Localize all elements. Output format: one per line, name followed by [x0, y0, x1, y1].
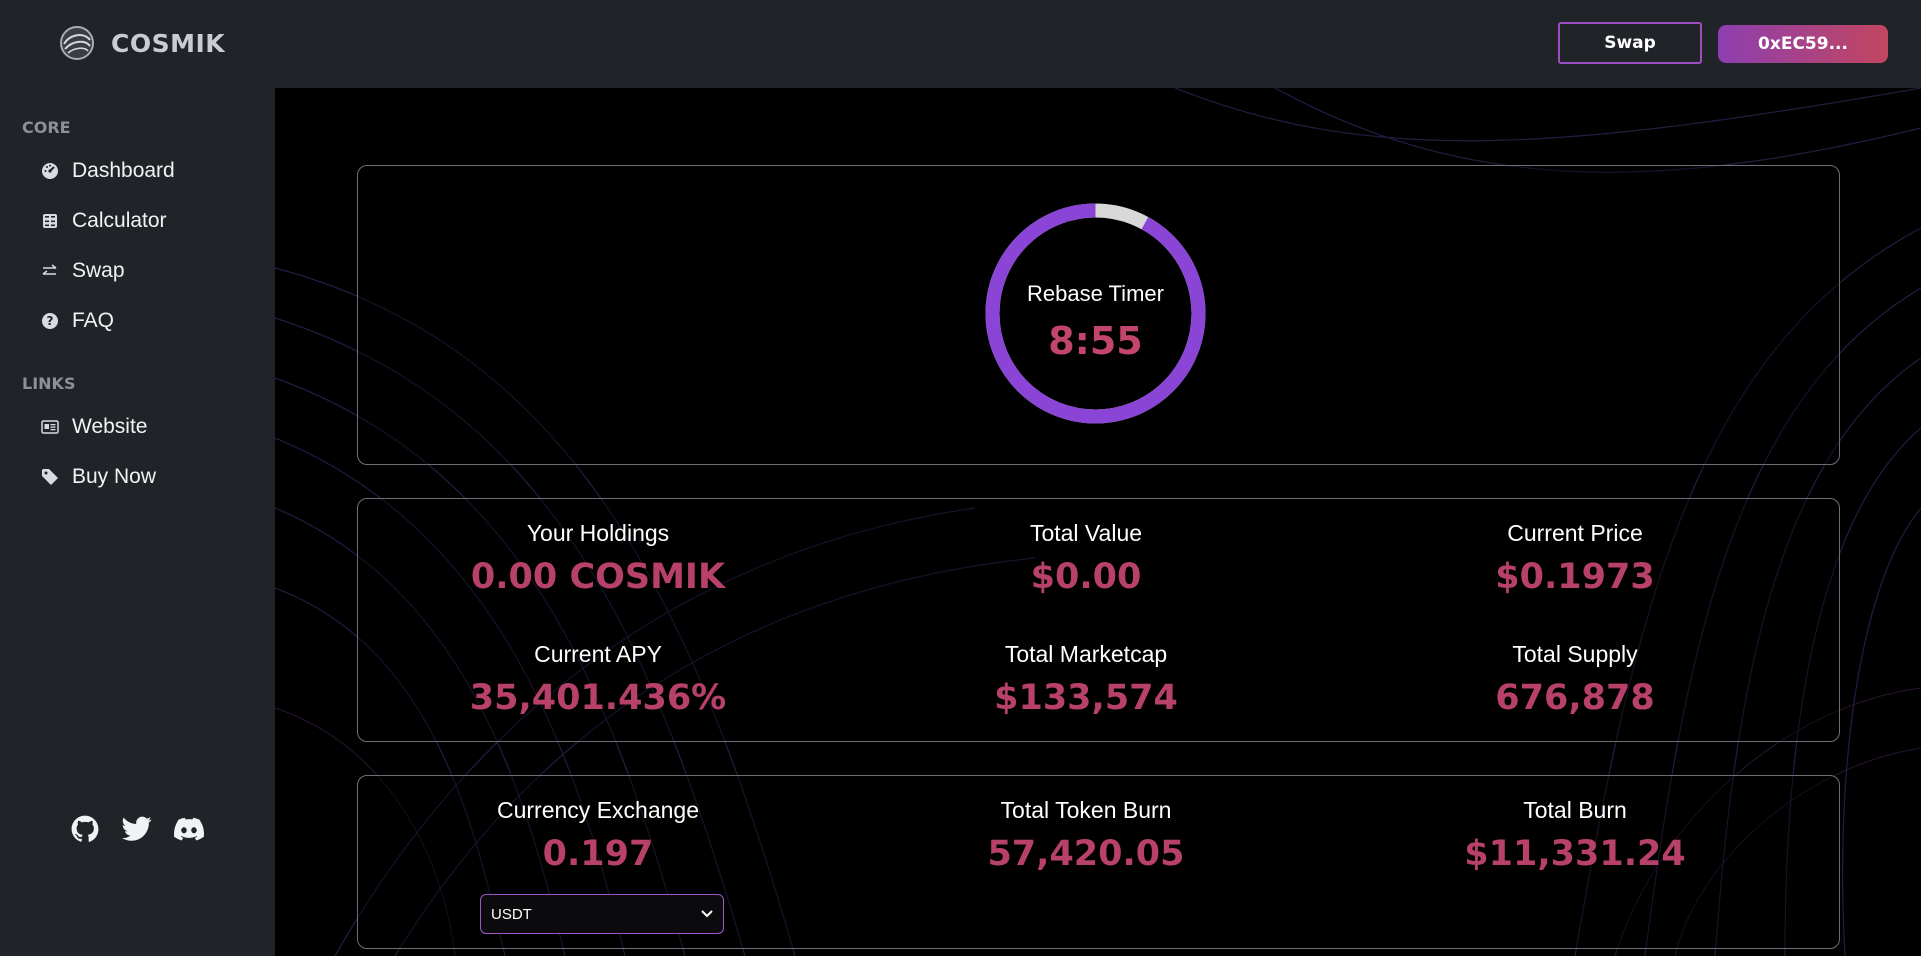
wallet-address-button[interactable]: 0xEC59...	[1718, 25, 1888, 63]
brand[interactable]: COSMIK	[58, 24, 225, 62]
stat-value: 57,420.05	[987, 834, 1185, 874]
sidebar-item-dashboard[interactable]: Dashboard	[40, 156, 175, 186]
stat-label: Current APY	[534, 641, 662, 667]
stat-label: Currency Exchange	[497, 797, 699, 823]
sidebar-item-faq[interactable]: ? FAQ	[40, 306, 114, 336]
rebase-timer-card: Rebase Timer 8:55	[357, 165, 1840, 465]
discord-icon[interactable]	[174, 814, 204, 844]
svg-text:?: ?	[47, 314, 54, 328]
sidebar-item-label: Buy Now	[72, 465, 157, 488]
sidebar: CORE Dashboard Calculator Swap ? FAQ LIN…	[0, 88, 275, 956]
chevron-down-icon	[701, 910, 713, 918]
stat-your-holdings: Your Holdings 0.00 COSMIK	[398, 517, 798, 599]
sidebar-item-website[interactable]: Website	[40, 412, 147, 442]
rebase-timer: Rebase Timer 8:55	[983, 201, 1208, 426]
tag-icon	[40, 467, 60, 487]
main-content: Rebase Timer 8:55 Your Holdings 0.00 COS…	[275, 88, 1921, 956]
twitter-icon[interactable]	[122, 814, 152, 844]
stat-currency-exchange: Currency Exchange 0.197	[398, 794, 798, 876]
swap-button[interactable]: Swap	[1558, 22, 1702, 64]
stat-total-marketcap: Total Marketcap $133,574	[886, 638, 1286, 720]
stat-value: 0.197	[542, 834, 654, 874]
calculator-icon	[40, 211, 60, 231]
cosmik-logo-icon	[60, 26, 94, 60]
stat-value: $11,331.24	[1464, 834, 1686, 874]
stat-current-price: Current Price $0.1973	[1375, 517, 1775, 599]
dashboard-gauge-icon	[40, 161, 60, 181]
swap-arrows-icon	[40, 261, 60, 281]
sidebar-item-label: Website	[72, 415, 148, 438]
stat-total-burn: Total Burn $11,331.24	[1375, 794, 1775, 876]
stat-value: $0.1973	[1495, 557, 1655, 597]
sidebar-item-label: FAQ	[72, 309, 115, 332]
stat-value: $0.00	[1030, 557, 1142, 597]
brand-name: COSMIK	[111, 28, 226, 58]
burn-exchange-card: Currency Exchange 0.197 Total Token Burn…	[357, 775, 1840, 949]
stat-current-apy: Current APY 35,401.436%	[398, 638, 798, 720]
sidebar-item-label: Swap	[72, 259, 125, 282]
stat-value: 676,878	[1495, 678, 1655, 718]
stat-label: Your Holdings	[526, 520, 670, 546]
stat-value: 0.00 COSMIK	[470, 557, 726, 597]
stats-card: Your Holdings 0.00 COSMIK Total Value $0…	[357, 498, 1840, 742]
stat-total-token-burn: Total Token Burn 57,420.05	[886, 794, 1286, 876]
rebase-progress-ring	[985, 203, 1206, 424]
stat-label: Current Price	[1507, 520, 1643, 546]
sidebar-section-core: CORE	[22, 118, 71, 137]
sidebar-item-label: Calculator	[72, 209, 167, 232]
sidebar-section-links: LINKS	[22, 374, 76, 393]
newspaper-icon	[40, 417, 60, 437]
stat-value: 35,401.436%	[469, 678, 727, 718]
rebase-progress-arc	[985, 203, 1206, 424]
top-bar: COSMIK Swap 0xEC59...	[0, 0, 1921, 88]
stat-value: $133,574	[994, 678, 1178, 718]
stat-label: Total Value	[1029, 520, 1143, 546]
stat-total-supply: Total Supply 676,878	[1375, 638, 1775, 720]
rebase-timer-value: 8:55	[1048, 319, 1143, 363]
sidebar-item-label: Dashboard	[72, 159, 175, 182]
stat-total-value: Total Value $0.00	[886, 517, 1286, 599]
sidebar-item-swap[interactable]: Swap	[40, 256, 125, 286]
stat-label: Total Token Burn	[1000, 797, 1172, 823]
stat-label: Total Marketcap	[1004, 641, 1168, 667]
currency-select-value: USDT	[491, 905, 532, 923]
social-links	[70, 814, 204, 844]
github-icon[interactable]	[70, 814, 100, 844]
rebase-timer-title: Rebase Timer	[1027, 281, 1164, 306]
stat-label: Total Supply	[1512, 641, 1638, 667]
currency-select[interactable]: USDT	[480, 894, 724, 934]
stat-label: Total Burn	[1523, 797, 1627, 823]
sidebar-item-buy-now[interactable]: Buy Now	[40, 462, 156, 492]
sidebar-item-calculator[interactable]: Calculator	[40, 206, 167, 236]
question-circle-icon: ?	[40, 311, 60, 331]
